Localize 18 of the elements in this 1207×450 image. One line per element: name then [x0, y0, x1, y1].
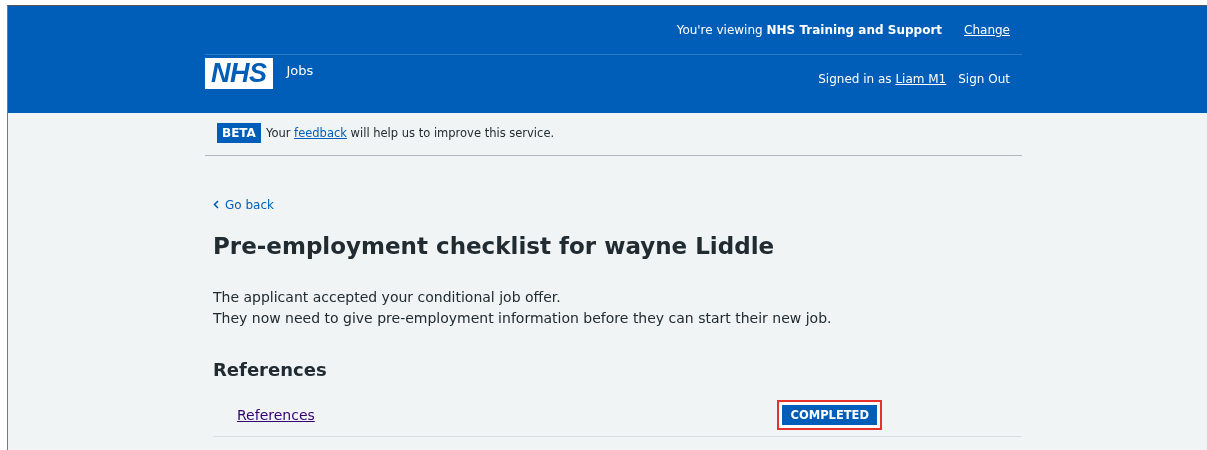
status-tag: COMPLETED: [782, 405, 877, 425]
signed-in-text: Signed in as Liam M1: [818, 72, 947, 86]
feedback-link[interactable]: feedback: [294, 126, 347, 140]
task-link[interactable]: References: [237, 407, 315, 423]
page-title: Pre-employment checklist for wayne Liddle: [213, 233, 776, 259]
section-heading: References: [213, 359, 328, 380]
user-link[interactable]: Liam M1: [895, 72, 947, 86]
service-name: Jobs: [286, 63, 314, 78]
organisation-text: You're viewing NHS Training and Support: [676, 23, 943, 37]
intro-text: The applicant accepted your conditional job offer.: [213, 288, 562, 307]
change-link[interactable]: Change: [964, 23, 1010, 37]
beta-tag: BETA: [217, 123, 261, 143]
chevron-left-icon: [213, 200, 219, 209]
nhs-logo[interactable]: NHS: [205, 58, 273, 89]
beta-message: Your feedback will help us to improve this service.: [265, 126, 555, 140]
sign-out-link[interactable]: Sign Out: [958, 72, 1010, 86]
back-link[interactable]: Go back: [213, 197, 274, 212]
intro-text: They now need to give pre-employment information before they can start their new job.: [213, 309, 833, 328]
